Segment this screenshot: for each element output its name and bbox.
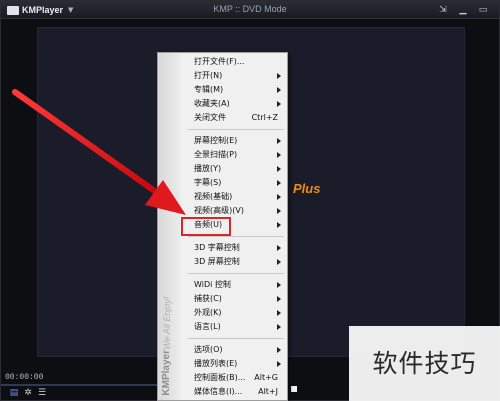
red-arrow-shaft: [12, 89, 166, 200]
watermark: 软件技巧: [349, 326, 500, 401]
